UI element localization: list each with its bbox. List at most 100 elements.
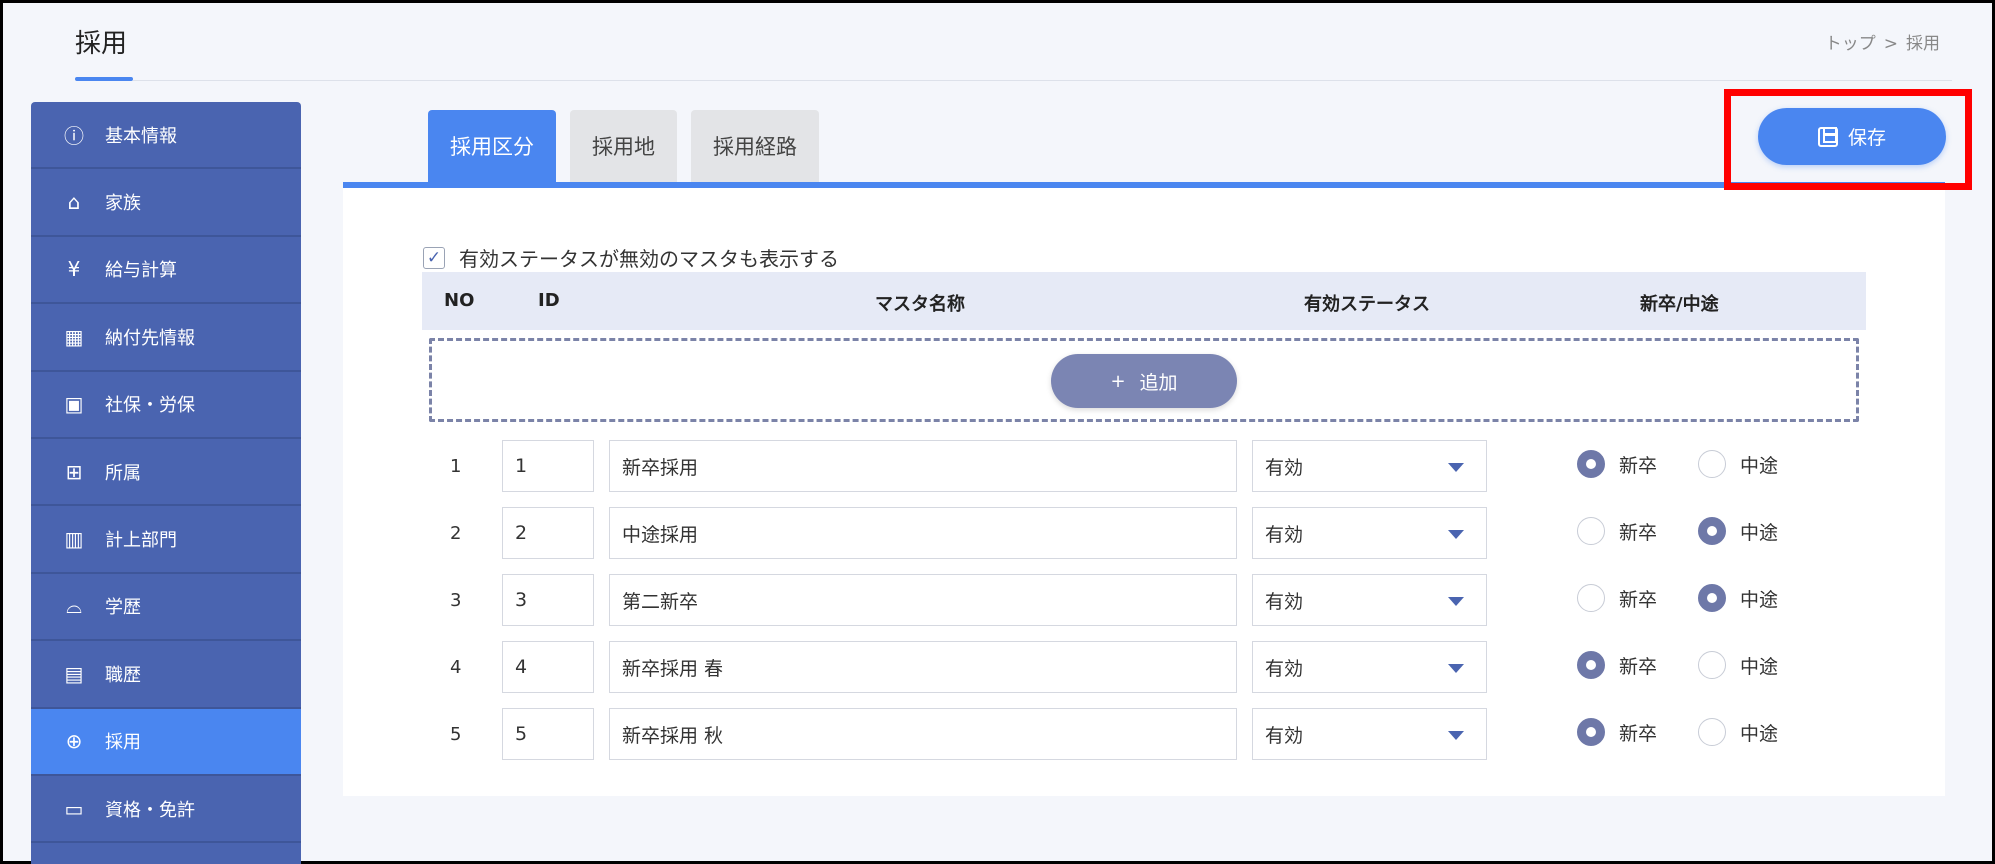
radio-button[interactable] <box>1698 718 1726 746</box>
caret-down-icon <box>1448 664 1464 673</box>
status-select[interactable]: 有効 <box>1252 440 1487 492</box>
id-input[interactable]: 5 <box>502 708 594 760</box>
caret-down-icon <box>1448 597 1464 606</box>
caret-down-icon <box>1448 731 1464 740</box>
breadcrumb-current: 採用 <box>1906 34 1940 54</box>
master-name-input[interactable]: 第二新卒 <box>609 574 1237 626</box>
row-number: 1 <box>450 456 462 477</box>
radio-label-new: 新卒 <box>1619 655 1658 678</box>
breadcrumb-top-link[interactable]: トップ <box>1825 34 1876 54</box>
status-select[interactable]: 有効 <box>1252 708 1487 760</box>
sidebar-item-label: 給与計算 <box>105 260 177 282</box>
add-row-label: 追加 <box>1139 371 1178 394</box>
status-value: 有効 <box>1265 590 1304 613</box>
table-row: 2 2 中途採用 有効 新卒 中途 <box>0 507 1995 561</box>
sidebar-item[interactable]: ¥ 給与計算 <box>31 237 301 305</box>
radio-label-new: 新卒 <box>1619 588 1658 611</box>
table-row: 3 3 第二新卒 有効 新卒 中途 <box>0 574 1995 628</box>
radio-new-graduate[interactable]: 新卒 <box>1577 584 1657 612</box>
radio-new-graduate[interactable]: 新卒 <box>1577 718 1657 746</box>
add-row-button[interactable]: + 追加 <box>1051 354 1237 408</box>
id-input[interactable]: 3 <box>502 574 594 626</box>
checkmark-icon: ✓ <box>426 247 442 268</box>
sidebar-item-label: 資格・免許 <box>105 799 195 821</box>
show-invalid-toggle[interactable]: ✓ 有効ステータスが無効のマスタも表示する <box>423 243 839 272</box>
info-icon: ⓘ <box>64 124 84 149</box>
row-number: 3 <box>450 590 462 611</box>
radio-new-graduate[interactable]: 新卒 <box>1577 517 1657 545</box>
page-title: 採用 <box>75 29 128 59</box>
sidebar-item[interactable]: ▣ 社保・労保 <box>31 372 301 439</box>
tab-bar: 採用区分 採用地 採用経路 <box>428 110 833 182</box>
breadcrumb: トップ > 採用 <box>1821 29 1944 54</box>
status-value: 有効 <box>1265 523 1304 546</box>
radio-mid-career[interactable]: 中途 <box>1698 718 1778 746</box>
family-icon: ⌂ <box>67 190 81 215</box>
radio-label-mid: 中途 <box>1740 655 1779 678</box>
radio-button[interactable] <box>1698 651 1726 679</box>
breadcrumb-separator: > <box>1883 34 1898 54</box>
radio-button[interactable] <box>1577 450 1605 478</box>
building-icon: ▦ <box>64 324 84 349</box>
header-divider <box>133 80 1952 81</box>
save-button[interactable]: 保存 <box>1758 108 1946 165</box>
column-header-name: マスタ名称 <box>875 294 965 315</box>
license-icon: ▭ <box>64 796 84 821</box>
status-select[interactable]: 有効 <box>1252 574 1487 626</box>
radio-button[interactable] <box>1577 718 1605 746</box>
page-header: 採用 トップ > 採用 <box>3 3 1992 81</box>
radio-label-new: 新卒 <box>1619 454 1658 477</box>
radio-button[interactable] <box>1577 584 1605 612</box>
sidebar-item[interactable]: ⓘ 基本情報 <box>31 102 301 170</box>
radio-button[interactable] <box>1698 584 1726 612</box>
radio-mid-career[interactable]: 中途 <box>1698 450 1778 478</box>
status-value: 有効 <box>1265 657 1304 680</box>
radio-mid-career[interactable]: 中途 <box>1698 584 1778 612</box>
master-name-input[interactable]: 新卒採用 秋 <box>609 708 1237 760</box>
radio-mid-career[interactable]: 中途 <box>1698 651 1778 679</box>
sidebar-item[interactable]: ⌂ 家族 <box>31 169 301 237</box>
show-invalid-checkbox[interactable]: ✓ <box>423 246 445 269</box>
id-input[interactable]: 4 <box>502 641 594 693</box>
radio-button[interactable] <box>1698 517 1726 545</box>
insurance-icon: ▣ <box>64 392 84 417</box>
sidebar-item-label: 納付先情報 <box>105 327 195 349</box>
radio-button[interactable] <box>1698 450 1726 478</box>
plus-icon: + <box>1110 370 1126 392</box>
radio-new-graduate[interactable]: 新卒 <box>1577 651 1657 679</box>
tab-recruit-route[interactable]: 採用経路 <box>691 110 819 182</box>
master-name-input[interactable]: 新卒採用 春 <box>609 641 1237 693</box>
tab-recruit-location[interactable]: 採用地 <box>570 110 677 182</box>
radio-mid-career[interactable]: 中途 <box>1698 517 1778 545</box>
sidebar-item-label: 基本情報 <box>105 125 177 147</box>
floppy-disk-icon <box>1817 126 1838 147</box>
radio-button[interactable] <box>1577 651 1605 679</box>
master-name-input[interactable]: 中途採用 <box>609 507 1237 559</box>
id-input[interactable]: 2 <box>502 507 594 559</box>
sidebar-item[interactable]: ▭ 資格・免許 <box>31 776 301 844</box>
id-input[interactable]: 1 <box>502 440 594 492</box>
yen-icon: ¥ <box>67 257 81 282</box>
status-value: 有効 <box>1265 456 1304 479</box>
table-row: 5 5 新卒採用 秋 有効 新卒 中途 <box>0 708 1995 762</box>
radio-button[interactable] <box>1577 517 1605 545</box>
table-row: 1 1 新卒採用 有効 新卒 中途 <box>0 440 1995 494</box>
tab-recruit-category[interactable]: 採用区分 <box>428 110 556 182</box>
radio-new-graduate[interactable]: 新卒 <box>1577 450 1657 478</box>
sidebar-item[interactable]: ▦ 納付先情報 <box>31 304 301 372</box>
column-header-type: 新卒/中途 <box>1640 294 1719 315</box>
caret-down-icon <box>1448 530 1464 539</box>
radio-label-mid: 中途 <box>1740 454 1779 477</box>
row-number: 2 <box>450 523 462 544</box>
status-value: 有効 <box>1265 724 1304 747</box>
status-select[interactable]: 有効 <box>1252 507 1487 559</box>
column-header-no: NO <box>444 290 475 311</box>
radio-label-new: 新卒 <box>1619 521 1658 544</box>
title-underline <box>75 77 133 81</box>
table-row: 4 4 新卒採用 春 有効 新卒 中途 <box>0 641 1995 695</box>
sidebar-item-label: 家族 <box>105 193 141 215</box>
radio-label-mid: 中途 <box>1740 521 1779 544</box>
status-select[interactable]: 有効 <box>1252 641 1487 693</box>
show-invalid-label: 有効ステータスが無効のマスタも表示する <box>459 247 839 271</box>
master-name-input[interactable]: 新卒採用 <box>609 440 1237 492</box>
